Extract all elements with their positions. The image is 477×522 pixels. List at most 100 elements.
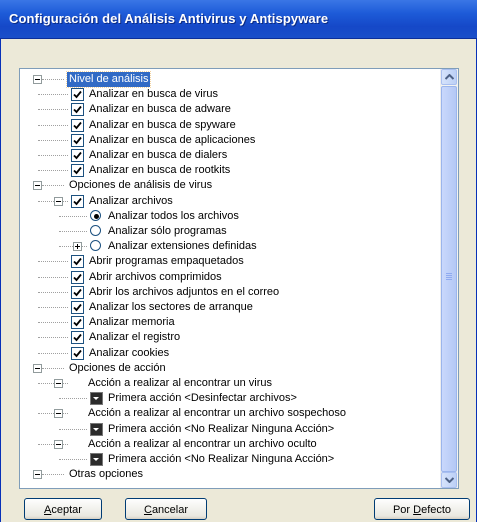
tree-row[interactable]: Analizar memoria <box>20 315 440 330</box>
tree-row[interactable]: Analizar todos los archivos <box>20 209 440 224</box>
collapse-icon[interactable] <box>54 379 63 388</box>
tree-row[interactable]: Analizar el registro <box>20 330 440 345</box>
radio-button[interactable] <box>90 240 101 251</box>
collapse-icon[interactable] <box>54 440 63 449</box>
checkbox[interactable] <box>71 347 84 360</box>
tree-row-label: Acción a realizar al encontrar un virus <box>88 377 273 389</box>
tree-row[interactable]: Acción a realizar al encontrar un virus <box>20 376 440 391</box>
action-dropdown-icon[interactable] <box>90 423 103 436</box>
tree-row-label: Analizar memoria <box>89 316 175 328</box>
tree-row-label: Abrir los archivos adjuntos en el correo <box>89 286 280 298</box>
tree-row-label: Analizar en busca de rootkits <box>89 164 231 176</box>
tree-row-label: Analizar extensiones definidas <box>108 240 257 252</box>
tree-row[interactable]: Abrir los archivos adjuntos en el correo <box>20 285 440 300</box>
tree-row[interactable]: Abrir programas empaquetados <box>20 254 440 269</box>
tree-row[interactable]: Acción a realizar al encontrar un archiv… <box>20 437 440 452</box>
checkmark-icon <box>73 318 82 327</box>
tree-row[interactable]: Primera acción <Desinfectar archivos> <box>20 391 440 406</box>
settings-tree[interactable]: Otras opciones Primera acción <No Realiza… <box>19 68 459 489</box>
tree-row[interactable]: Analizar sólo programas <box>20 224 440 239</box>
checkmark-icon <box>73 197 82 206</box>
tree-row[interactable]: Opciones de análisis de virus <box>20 178 440 193</box>
checkbox[interactable] <box>71 119 84 132</box>
checkbox[interactable] <box>71 331 84 344</box>
tree-row-label: Analizar en busca de virus <box>89 88 219 100</box>
tree-row[interactable]: Opciones de acción <box>20 361 440 376</box>
collapse-icon[interactable] <box>33 75 42 84</box>
tree-row[interactable]: Analizar en busca de rootkits <box>20 163 440 178</box>
tree-row[interactable]: Analizar extensiones definidas <box>20 239 440 254</box>
collapse-icon[interactable] <box>54 197 63 206</box>
tree-row[interactable]: Nivel de análisis <box>20 71 440 88</box>
scroll-thumb[interactable] <box>441 86 457 472</box>
checkbox[interactable] <box>71 134 84 147</box>
cancel-label: ancelar <box>151 504 189 516</box>
collapse-icon[interactable] <box>33 364 42 373</box>
vertical-scrollbar[interactable] <box>440 69 458 488</box>
checkmark-icon <box>73 136 82 145</box>
tree-row-label: Analizar en busca de aplicaciones <box>89 134 256 146</box>
tree-row-label: Abrir programas empaquetados <box>89 255 244 267</box>
checkbox[interactable] <box>71 195 84 208</box>
radio-button[interactable] <box>90 210 101 221</box>
checkmark-icon <box>73 257 82 266</box>
tree-row-label: Primera acción <No Realizar Ninguna Acci… <box>108 423 335 435</box>
scroll-down-button[interactable] <box>441 472 457 488</box>
tree-row-label: Abrir archivos comprimidos <box>89 271 222 283</box>
action-dropdown-icon[interactable] <box>90 453 103 466</box>
title-bar: Configuración del Análisis Antivirus y A… <box>0 0 477 39</box>
radio-button[interactable] <box>90 225 101 236</box>
collapse-icon[interactable] <box>33 470 42 479</box>
defaults-label-prefix: Por <box>392 504 414 516</box>
defaults-button[interactable]: Por Defecto <box>374 498 470 520</box>
tree-row-label: Analizar todos los archivos <box>108 210 239 222</box>
tree-row[interactable]: Analizar en busca de dialers <box>20 148 440 163</box>
tree-row-label: Analizar en busca de spyware <box>89 119 236 131</box>
tree-row-label: Analizar en busca de dialers <box>89 149 228 161</box>
checkmark-icon <box>73 288 82 297</box>
checkmark-icon <box>73 349 82 358</box>
checkmark-icon <box>73 105 82 114</box>
checkbox[interactable] <box>71 271 84 284</box>
expand-icon[interactable] <box>73 242 82 251</box>
checkbox[interactable] <box>71 286 84 299</box>
tree-row[interactable]: Primera acción <No Realizar Ninguna Acci… <box>20 452 440 467</box>
defaults-label: efecto <box>421 504 452 516</box>
tree-row[interactable]: Analizar en busca de aplicaciones <box>20 133 440 148</box>
tree-row[interactable]: Otras opciones <box>20 467 440 482</box>
scroll-up-button[interactable] <box>441 69 457 85</box>
tree-row[interactable]: Acción a realizar al encontrar un archiv… <box>20 406 440 421</box>
tree-row-label: Analizar sólo programas <box>108 225 227 237</box>
tree-row[interactable]: Analizar en busca de adware <box>20 102 440 117</box>
checkmark-icon <box>73 151 82 160</box>
window-title: Configuración del Análisis Antivirus y A… <box>9 11 329 26</box>
tree-row-label: Primera acción <No Realizar Ninguna Acci… <box>108 453 335 465</box>
checkbox[interactable] <box>71 255 84 268</box>
tree-row[interactable]: Abrir archivos comprimidos <box>20 270 440 285</box>
tree-row[interactable]: Analizar los sectores de arranque <box>20 300 440 315</box>
collapse-icon[interactable] <box>54 409 63 418</box>
tree-row[interactable]: Analizar en busca de virus <box>20 87 440 102</box>
checkbox[interactable] <box>71 88 84 101</box>
tree-row-label: Analizar el registro <box>89 331 181 343</box>
tree-row[interactable]: Primera acción <No Realizar Ninguna Acci… <box>20 422 440 437</box>
checkbox[interactable] <box>71 316 84 329</box>
collapse-icon[interactable] <box>33 181 42 190</box>
checkmark-icon <box>73 90 82 99</box>
cancel-button[interactable]: Cancelar <box>125 498 207 520</box>
tree-row[interactable]: Analizar cookies <box>20 346 440 361</box>
accept-button[interactable]: Aceptar <box>24 498 102 520</box>
tree-row[interactable]: Analizar en busca de spyware <box>20 118 440 133</box>
tree-row[interactable]: Analizar archivos <box>20 194 440 209</box>
checkbox[interactable] <box>71 149 84 162</box>
cancel-mnemonic: C <box>143 504 152 516</box>
tree-row-label: Analizar cookies <box>89 347 170 359</box>
checkbox[interactable] <box>71 164 84 177</box>
chevron-down-icon <box>445 477 454 483</box>
checkbox[interactable] <box>71 301 84 314</box>
defaults-mnemonic: D <box>413 504 422 516</box>
checkbox[interactable] <box>71 103 84 116</box>
tree-row-label: Opciones de acción <box>69 362 166 374</box>
action-dropdown-icon[interactable] <box>90 392 103 405</box>
tree-row-label: Analizar archivos <box>89 195 173 207</box>
